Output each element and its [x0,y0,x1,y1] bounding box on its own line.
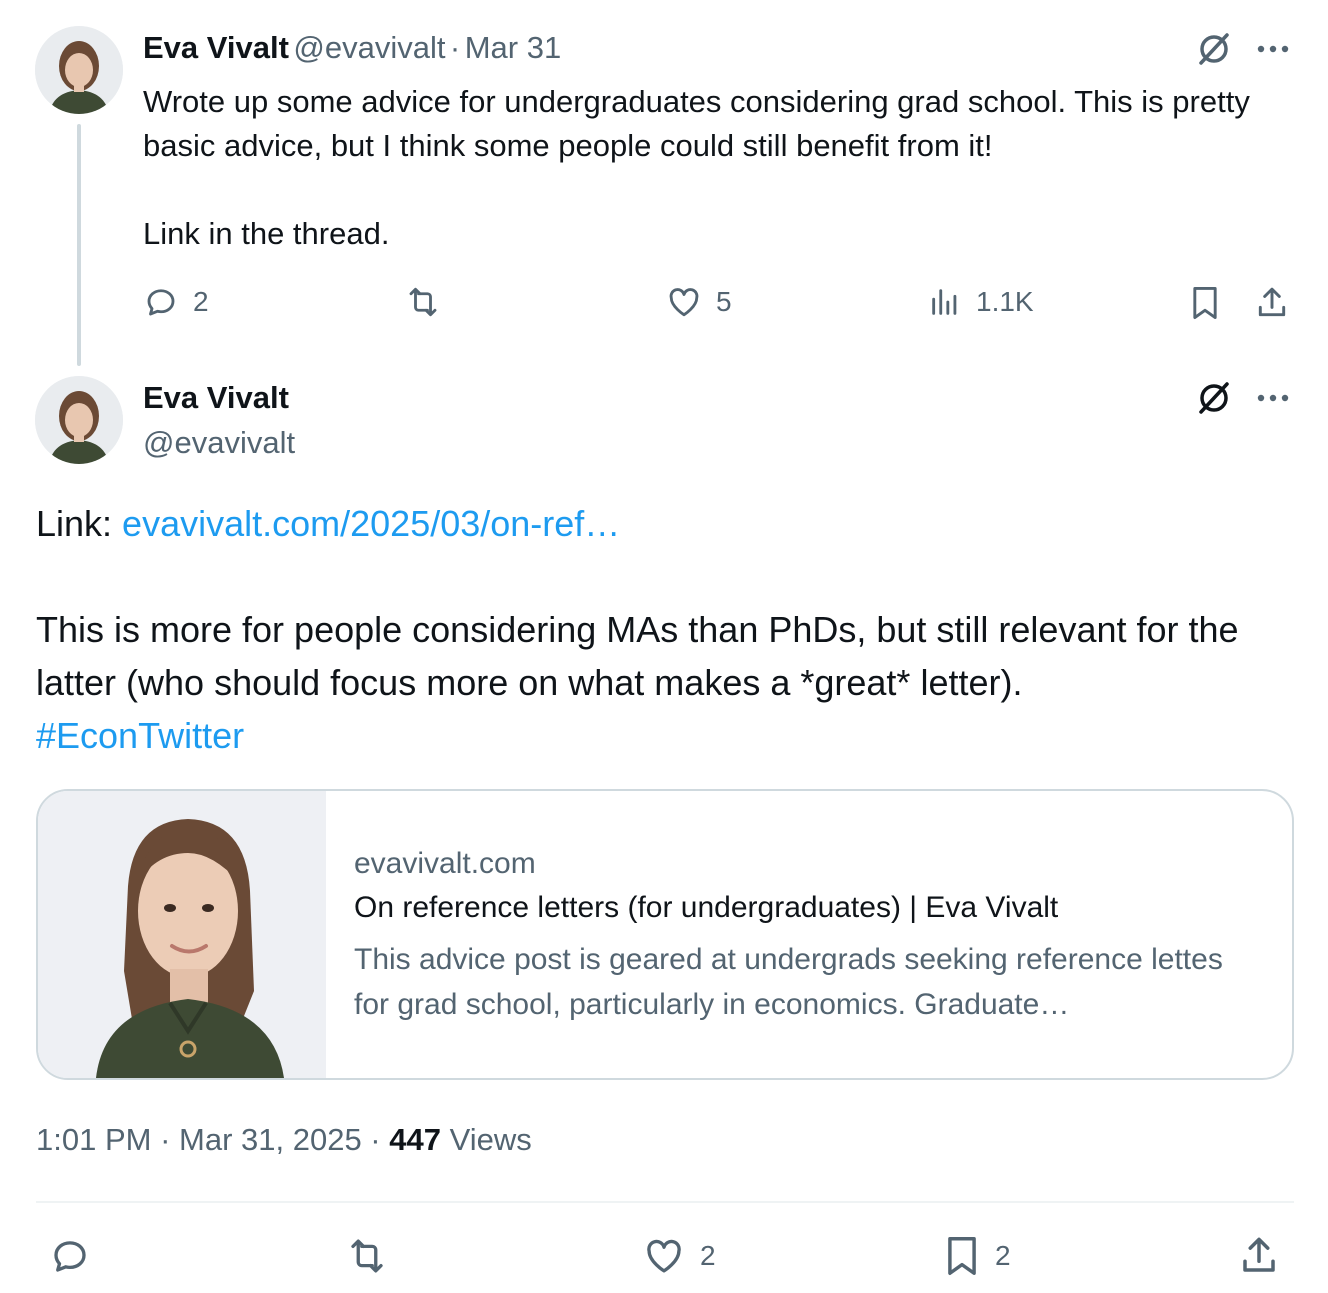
like-button[interactable]: 2 [642,1235,716,1277]
avatar-image [35,376,123,464]
share-icon [1243,1237,1275,1272]
avatar[interactable] [35,376,123,464]
tweet-text: Wrote up some advice for undergraduates … [143,80,1293,256]
bookmark-icon [948,1237,976,1275]
card-domain: evavivalt.com [354,847,536,880]
reply-icon [147,289,175,316]
card-thumbnail [38,791,326,1078]
divider [36,1201,1294,1203]
like-count: 2 [700,1240,716,1271]
separator: · [449,30,461,65]
retweet-icon [409,287,437,317]
reply-button[interactable] [49,1235,91,1277]
bookmark-icon [1193,287,1217,319]
like-count: 5 [716,286,732,317]
views-button[interactable]: 1.1K [928,284,1034,320]
author-name[interactable]: Eva Vivalt [143,380,289,416]
reply-button[interactable]: 2 [143,284,209,320]
heart-icon [669,288,699,317]
avatar-image [35,26,123,114]
bookmark-button[interactable]: 2 [943,1233,1011,1279]
tweet-time[interactable]: 1:01 PM [36,1122,151,1157]
tweet-header: Eva Vivalt @evavivalt · Mar 31 [143,30,561,66]
reply-icon [54,1241,86,1272]
tweet-body-text: This is more for people considering MAs … [36,609,1239,703]
card-title: On reference letters (for undergraduates… [354,891,1059,924]
tweet-text-line: Link in the thread. [143,216,390,251]
share-icon [1258,287,1286,317]
separator: · [361,1122,390,1157]
author-handle[interactable]: @evavivalt [293,30,445,65]
views-count: 447 [389,1122,441,1157]
external-link[interactable]: evavivalt.com/2025/03/on-ref… [122,503,620,544]
avatar[interactable] [35,26,123,114]
tweet-text-line: Wrote up some advice for undergraduates … [143,84,1250,163]
tweet-date[interactable]: Mar 31 [465,30,561,65]
views-count: 1.1K [976,286,1034,317]
author-handle[interactable]: @evavivalt [143,425,295,461]
card-description: This advice post is geared at undergrads… [354,943,1223,1021]
thread-connector [77,124,81,366]
author-name[interactable]: Eva Vivalt [143,30,289,65]
grok-icon[interactable] [1194,29,1234,69]
tweet-body: This is more for people considering MAs … [36,603,1296,762]
link-prefix: Link: [36,503,123,544]
retweet-icon [351,1239,383,1273]
more-icon[interactable] [1253,378,1293,418]
like-button[interactable]: 5 [666,284,732,320]
card-text: evavivalt.com On reference letters (for … [326,791,1292,1078]
bookmark-button[interactable] [1189,284,1221,322]
link-preview-card[interactable]: evavivalt.com On reference letters (for … [36,789,1294,1080]
more-icon[interactable] [1253,29,1293,69]
tweet-link-line: Link: evavivalt.com/2025/03/on-ref… [36,497,1296,550]
retweet-button[interactable] [403,284,443,320]
analytics-icon [932,289,957,315]
tweet-timestamp: 1:01 PM · Mar 31, 2025 · 447 Views [36,1122,532,1158]
views-label: Views [440,1122,532,1157]
share-button[interactable] [1254,284,1290,322]
grok-icon[interactable] [1194,378,1234,418]
reply-count: 2 [193,286,209,317]
tweet-full-date[interactable]: Mar 31, 2025 [179,1122,362,1157]
share-button[interactable] [1238,1233,1280,1279]
heart-icon [647,1239,681,1273]
retweet-button[interactable] [343,1235,391,1277]
card-photo [38,791,326,1078]
bookmark-count: 2 [995,1240,1011,1271]
separator: · [151,1122,180,1157]
hashtag-link[interactable]: #EconTwitter [36,715,244,756]
